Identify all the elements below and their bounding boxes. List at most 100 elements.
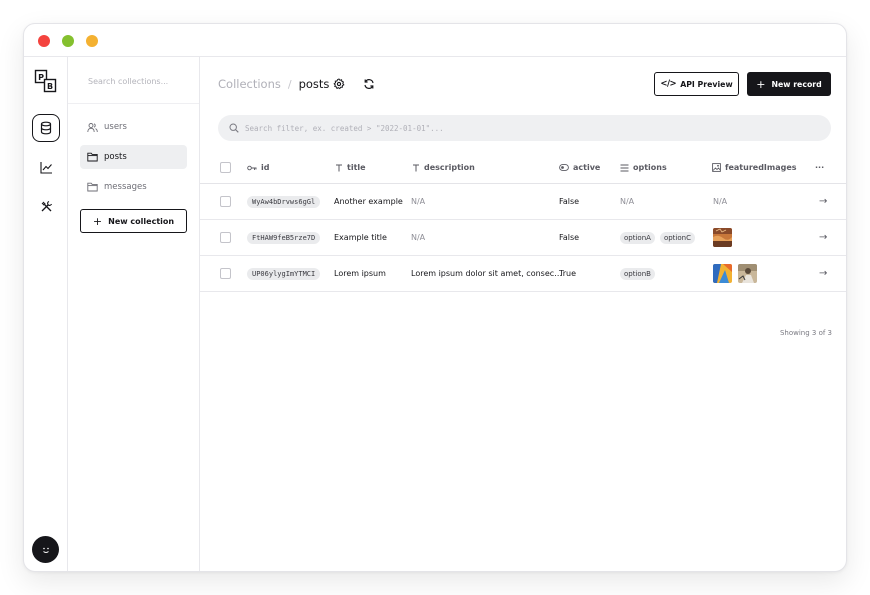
user-avatar[interactable]: [32, 536, 59, 563]
open-record-arrow-icon[interactable]: →: [819, 256, 827, 291]
new-collection-button[interactable]: + New collection: [80, 209, 187, 233]
open-record-arrow-icon[interactable]: →: [819, 184, 827, 219]
select-all-checkbox[interactable]: [220, 162, 231, 173]
options-cell: optionA optionC: [620, 220, 700, 255]
column-label: description: [424, 163, 475, 172]
column-label: title: [347, 163, 366, 172]
table-header-row: id title description active options feat…: [200, 152, 846, 184]
plus-icon: +: [92, 214, 103, 228]
chart-icon: [39, 161, 52, 174]
breadcrumb-current: posts: [298, 77, 330, 91]
options-cell: N/A: [620, 197, 635, 206]
table-row[interactable]: WyAw4bDrvws6gGl Another example N/A Fals…: [200, 184, 846, 220]
list-icon: [620, 164, 629, 171]
column-label: options: [633, 163, 667, 172]
database-icon: [40, 121, 52, 135]
sidebar-item-users[interactable]: users: [80, 115, 187, 139]
collections-search-input[interactable]: [88, 73, 188, 89]
collections-sidebar: users posts messages + New collection: [68, 57, 200, 571]
column-header-options[interactable]: options: [620, 152, 667, 183]
description-cell: Lorem ipsum dolor sit amet, consec…: [411, 269, 563, 278]
refresh-button[interactable]: [362, 77, 376, 91]
breadcrumb-separator: /: [287, 77, 292, 91]
title-cell: Another example: [334, 197, 403, 206]
option-tag: optionC: [659, 231, 695, 244]
records-count: Showing 3 of 3: [779, 329, 832, 337]
sidebar-item-label: messages: [104, 182, 147, 192]
row-checkbox[interactable]: [220, 196, 231, 207]
collections-search: [68, 57, 199, 104]
sidebar-item-posts[interactable]: posts: [80, 145, 187, 169]
image-icon: [712, 163, 721, 172]
logo-letter-b: B: [47, 82, 53, 91]
active-cell: True: [559, 269, 576, 278]
column-label: id: [261, 163, 270, 172]
text-icon: [336, 164, 342, 171]
users-icon: [87, 122, 98, 132]
active-cell: False: [559, 197, 580, 206]
main-content: Collections / posts </> API Preview + Ne…: [200, 57, 846, 571]
image-thumbnail[interactable]: [713, 228, 732, 247]
api-preview-button[interactable]: </> API Preview: [654, 72, 739, 96]
images-cell: N/A: [713, 197, 728, 206]
active-cell: False: [559, 233, 580, 242]
id-pill[interactable]: FtHAW9feB5rze7D: [247, 231, 321, 244]
column-header-id[interactable]: id: [247, 152, 269, 183]
title-cell: Lorem ipsum: [334, 269, 386, 278]
title-bar: [24, 24, 846, 57]
rail-logs-button[interactable]: [32, 153, 60, 181]
option-tag: optionB: [620, 267, 655, 280]
collection-settings-button[interactable]: [332, 77, 346, 91]
logo-letter-p: P: [38, 73, 44, 82]
row-checkbox[interactable]: [220, 268, 231, 279]
new-record-button[interactable]: + New record: [747, 72, 831, 96]
column-header-featuredimages[interactable]: featuredImages: [712, 152, 797, 183]
table-row[interactable]: FtHAW9feB5rze7D Example title N/A False …: [200, 220, 846, 256]
app-window: P B Search collections... users posts me…: [23, 23, 847, 572]
row-select-cell: [220, 220, 231, 255]
folder-icon: [87, 182, 98, 192]
id-pill[interactable]: UP06ylygImYTMCI: [247, 267, 321, 280]
refresh-icon: [364, 79, 374, 89]
row-select-cell: [220, 184, 231, 219]
breadcrumb-collections[interactable]: Collections: [218, 77, 281, 91]
filter-search-input[interactable]: [245, 123, 805, 133]
options-cell: optionB: [620, 256, 660, 291]
sidebar-item-messages[interactable]: messages: [80, 175, 187, 199]
toggle-icon: [559, 164, 569, 171]
plus-icon: +: [756, 77, 766, 91]
minimize-window-button[interactable]: [62, 35, 74, 47]
open-record-arrow-icon[interactable]: →: [819, 220, 827, 255]
more-icon: ···: [815, 163, 825, 172]
rail-collections-button[interactable]: [32, 114, 60, 142]
column-header-description[interactable]: description: [412, 152, 475, 183]
records-table: id title description active options feat…: [200, 152, 846, 292]
column-label: active: [573, 163, 601, 172]
id-cell: FtHAW9feB5rze7D: [247, 220, 321, 255]
row-select-cell: [220, 256, 231, 291]
option-tag: optionA: [620, 231, 655, 244]
image-thumbnail[interactable]: [713, 264, 732, 283]
column-header-title[interactable]: title: [335, 152, 366, 183]
api-preview-label: API Preview: [680, 79, 733, 89]
id-pill[interactable]: WyAw4bDrvws6gGl: [247, 195, 321, 208]
id-cell: UP06ylygImYTMCI: [247, 256, 321, 291]
maximize-window-button[interactable]: [86, 35, 98, 47]
nav-rail: P B: [24, 57, 68, 571]
pocketbase-logo[interactable]: P B: [34, 69, 58, 93]
select-all-cell: [220, 152, 231, 183]
columns-more-button[interactable]: ···: [815, 152, 824, 183]
smiley-icon: [42, 547, 49, 553]
column-label: featuredImages: [725, 163, 797, 172]
row-checkbox[interactable]: [220, 232, 231, 243]
rail-settings-button[interactable]: [32, 192, 60, 220]
image-thumbnail[interactable]: [738, 264, 757, 283]
close-window-button[interactable]: [38, 35, 50, 47]
code-icon: </>: [660, 79, 677, 89]
column-header-active[interactable]: active: [559, 152, 600, 183]
breadcrumb: Collections / posts: [218, 76, 329, 92]
table-row[interactable]: UP06ylygImYTMCI Lorem ipsum Lorem ipsum …: [200, 256, 846, 292]
search-icon: [229, 123, 239, 133]
sidebar-item-label: posts: [104, 152, 127, 162]
description-cell: N/A: [411, 197, 426, 206]
